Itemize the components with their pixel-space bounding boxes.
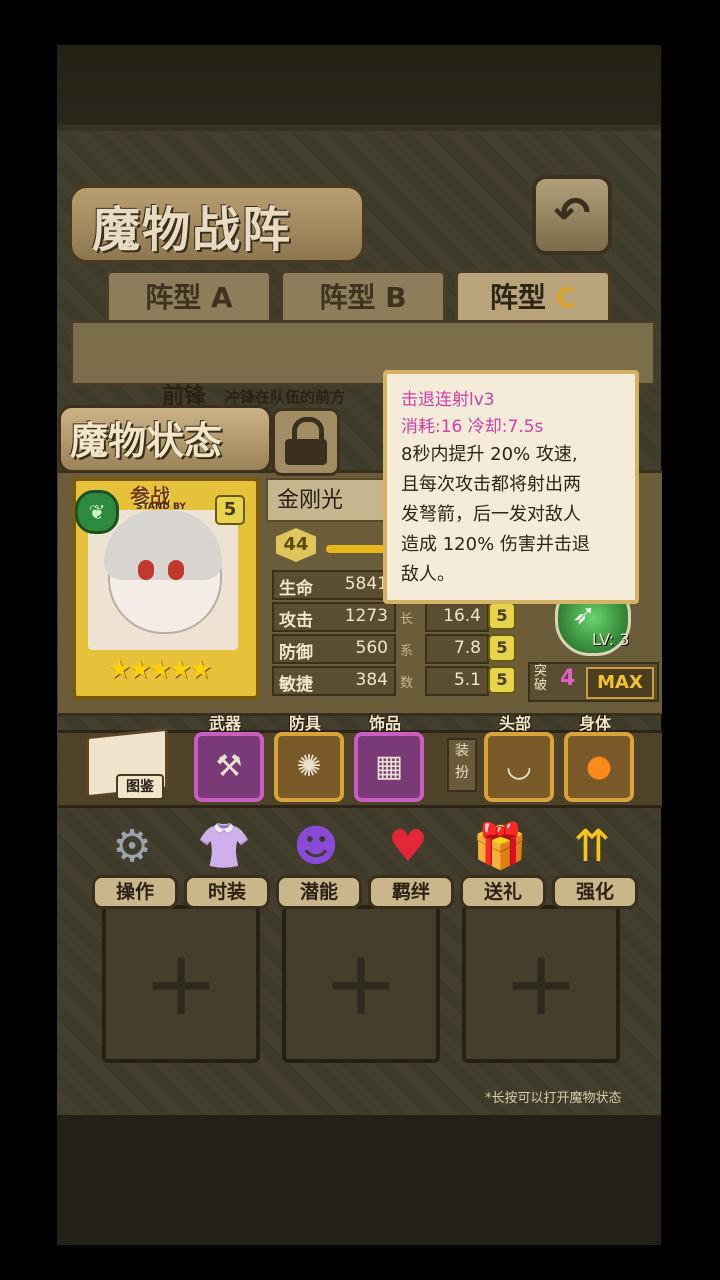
tab-letter: A: [211, 281, 233, 314]
tab-formation-c[interactable]: 阵型 C: [455, 270, 611, 326]
stat-value: 5841: [344, 574, 388, 594]
hearts-icon: ♥: [388, 821, 428, 872]
tooltip-title: 击退连射lv3: [401, 390, 495, 410]
tooltip-cost: 消耗:16 冷却:7.5s: [401, 417, 544, 437]
headband-icon: ◡: [505, 749, 533, 784]
tooltip-line: 造成 120% 伤害并击退: [401, 534, 590, 555]
accessory-slot[interactable]: ▦: [354, 732, 424, 802]
weapon-slot[interactable]: ⚒: [194, 732, 264, 802]
body-slot[interactable]: ●: [564, 732, 634, 802]
gift-icon: 🎁: [472, 821, 528, 872]
menu-label: 羁绊: [368, 875, 454, 909]
standby-badge-en: STAND BY: [136, 502, 186, 512]
tab-formation-b[interactable]: 阵型 B: [280, 270, 446, 326]
growth-label-2: 系: [400, 644, 414, 659]
back-button[interactable]: ↶: [532, 175, 612, 255]
tab-label: 阵型: [489, 281, 546, 314]
encyclopedia-button[interactable]: 图鉴: [82, 727, 168, 800]
stone-tablet-icon: ▦: [374, 749, 404, 784]
growth-grade-badge: 5: [488, 602, 516, 630]
growth-value: 7.8: [453, 638, 481, 658]
growth-label-3: 数: [400, 676, 414, 691]
menu-label: 时装: [184, 875, 270, 909]
tooltip-line: 且每次攻击都将射出两: [401, 474, 581, 495]
page-title: 魔物战阵: [92, 202, 293, 258]
gear-icon: ⚙: [112, 821, 152, 872]
tab-formation-a[interactable]: 阵型 A: [106, 270, 272, 326]
card-grade-badge: 5: [215, 495, 245, 525]
menu-bond-button[interactable]: ♥ 羁绊: [368, 817, 454, 909]
lock-button[interactable]: [272, 408, 340, 476]
tooltip-line: 8秒内提升 20% 攻速,: [401, 444, 578, 465]
menu-gift-button[interactable]: 🎁 送礼: [460, 817, 546, 909]
break-label: 突破: [534, 664, 548, 693]
slot-label-head: 头部: [498, 714, 531, 733]
tooltip-line: 发弩箭，后一发对敌人: [401, 504, 581, 525]
growth-attack: 16.4: [425, 602, 489, 632]
break-value: 4: [560, 666, 576, 691]
menu-potential-button[interactable]: ☻ 潜能: [276, 817, 362, 909]
status-title: 魔物状态: [70, 419, 223, 463]
return-arrow-icon: ↶: [553, 188, 591, 239]
growth-value: 5.1: [453, 670, 481, 690]
max-button[interactable]: MAX: [586, 667, 654, 699]
head-slot[interactable]: ◡: [484, 732, 554, 802]
menu-label: 强化: [552, 875, 638, 909]
stat-label: 攻击: [279, 611, 313, 631]
position-description: 冲锋在队伍的前方: [225, 388, 346, 406]
menu-label: 操作: [92, 875, 178, 909]
armor-slot[interactable]: ✺: [274, 732, 344, 802]
tab-label: 阵型: [319, 281, 376, 314]
growth-defense: 7.8: [425, 634, 489, 664]
slot-label-armor: 防具: [288, 714, 321, 733]
stat-value: 560: [355, 638, 388, 658]
growth-agility: 5.1: [425, 666, 489, 696]
growth-grade-badge: 5: [488, 666, 516, 694]
stat-label: 防御: [279, 643, 313, 663]
stat-row-hp: 生命 5841: [272, 570, 396, 600]
skill-level: LV: 3: [592, 630, 630, 649]
scythe-icon: ⚒: [215, 749, 243, 784]
slot-label-weapon: 武器: [208, 714, 241, 733]
stat-value: 1273: [344, 606, 388, 626]
slot-label-accessory: 饰品: [368, 714, 401, 733]
leaf-element-icon: ❦: [75, 490, 119, 534]
tab-label: 阵型: [145, 281, 202, 314]
growth-value: 16.4: [443, 606, 481, 626]
encyclopedia-label: 图鉴: [116, 774, 164, 800]
growth-label-1: 长: [400, 612, 414, 627]
menu-upgrade-button[interactable]: ⇈ 强化: [552, 817, 638, 909]
portrait-eye-left: [138, 560, 154, 580]
monster-name: 金刚光: [277, 488, 344, 513]
dressup-toggle[interactable]: 装扮: [447, 738, 477, 792]
stat-row-defense: 防御 560: [272, 634, 396, 664]
demon-icon: ☻: [293, 821, 339, 872]
outfit-icon: 👚: [196, 821, 252, 872]
tab-letter: B: [385, 281, 407, 314]
slot-label-body: 身体: [578, 714, 611, 733]
menu-operate-button[interactable]: ⚙ 操作: [92, 817, 178, 909]
tab-letter: C: [555, 281, 577, 314]
stat-label: 生命: [279, 579, 313, 599]
stat-label: 敏捷: [279, 675, 313, 695]
menu-label: 潜能: [276, 875, 362, 909]
upgrade-arrows-icon: ⇈: [573, 821, 611, 872]
compass-armor-icon: ✺: [296, 749, 322, 784]
menu-label: 送礼: [460, 875, 546, 909]
stat-row-attack: 攻击 1273: [272, 602, 396, 632]
stat-row-agility: 敏捷 384: [272, 666, 396, 696]
portrait-eye-right: [168, 560, 184, 580]
pumpkin-icon: ●: [585, 749, 613, 784]
tooltip-line: 敌人。: [401, 564, 455, 585]
stat-value: 384: [355, 670, 388, 690]
star-rating: ★★★★★: [108, 655, 213, 685]
growth-grade-badge: 5: [488, 634, 516, 662]
menu-outfit-button[interactable]: 👚 时装: [184, 817, 270, 909]
long-press-hint: *长按可以打开魔物状态: [485, 1091, 622, 1106]
